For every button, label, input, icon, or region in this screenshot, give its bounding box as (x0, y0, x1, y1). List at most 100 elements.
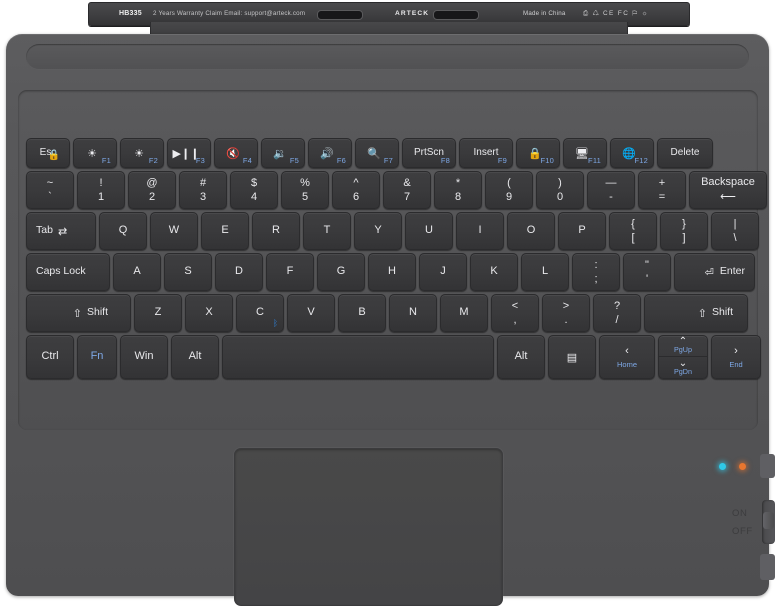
key-g[interactable]: G (317, 253, 365, 291)
key-shift-left[interactable]: ⇧ Shift (26, 294, 131, 332)
key-f7[interactable]: 🔍 F7 (355, 138, 399, 168)
key-shift-label: } (682, 218, 686, 230)
key-arrow-right[interactable]: › End (711, 335, 761, 379)
key-l[interactable]: L (521, 253, 569, 291)
key-k[interactable]: K (470, 253, 518, 291)
key-caps-lock[interactable]: Caps Lock (26, 253, 110, 291)
key-t[interactable]: T (303, 212, 351, 250)
key-f6[interactable]: 🔊 F6 (308, 138, 352, 168)
touchpad[interactable] (234, 448, 503, 606)
key-alt-right[interactable]: Alt (497, 335, 545, 379)
key-j[interactable]: J (419, 253, 467, 291)
key-c[interactable]: Cᛒ (236, 294, 284, 332)
key-label: Shift (711, 306, 733, 319)
key-q[interactable]: Q (99, 212, 147, 250)
key-label: Q (118, 224, 128, 237)
key-shift-label: — (605, 177, 617, 189)
key-insert[interactable]: Insert F9 (459, 138, 513, 168)
key-win[interactable]: Win (120, 335, 168, 379)
key-2[interactable]: @2 (128, 171, 176, 209)
key-comma[interactable]: <, (491, 294, 539, 332)
key-y[interactable]: Y (354, 212, 402, 250)
key-6[interactable]: ^ 6 (332, 171, 380, 209)
key-shift-label: * (455, 177, 461, 189)
key-f5[interactable]: 🔉 F5 (261, 138, 305, 168)
key-label: Delete (670, 146, 700, 158)
key-base-label: 1 (97, 191, 105, 203)
key-4[interactable]: $4 (230, 171, 278, 209)
key-backspace[interactable]: Backspace ⟵ (689, 171, 767, 209)
key-s[interactable]: S (164, 253, 212, 291)
key-d[interactable]: D (215, 253, 263, 291)
key-base-label: ; (594, 273, 598, 285)
key-menu[interactable]: ▤ (548, 335, 596, 379)
key-w[interactable]: W (150, 212, 198, 250)
key-`[interactable]: ~ ` (26, 171, 74, 209)
key-arrow-up[interactable]: ⌃ PgUp (659, 336, 707, 357)
key-esc[interactable]: Esc 🔒 (26, 138, 70, 168)
key-7[interactable]: & 7 (383, 171, 431, 209)
key-sub-label: End (729, 360, 743, 369)
key-ctrl[interactable]: Ctrl (26, 335, 74, 379)
key-i[interactable]: I (456, 212, 504, 250)
key-3[interactable]: #3 (179, 171, 227, 209)
key-quote[interactable]: " ' (623, 253, 671, 291)
key-p[interactable]: P (558, 212, 606, 250)
key-0[interactable]: ) 0 (536, 171, 584, 209)
key-prtscn[interactable]: PrtScn F8 (402, 138, 456, 168)
key-5[interactable]: % 5 (281, 171, 329, 209)
key-tab[interactable]: Tab ⇄ (26, 212, 96, 250)
bluetooth-icon: ᛒ (272, 318, 278, 328)
key-b[interactable]: B (338, 294, 386, 332)
key-backslash[interactable]: | \ (711, 212, 759, 250)
key-f10[interactable]: 🔒 F10 (516, 138, 560, 168)
key-x[interactable]: X (185, 294, 233, 332)
key-r[interactable]: R (252, 212, 300, 250)
key-semicolon[interactable]: :; (572, 253, 620, 291)
key-v[interactable]: V (287, 294, 335, 332)
key-9[interactable]: (9 (485, 171, 533, 209)
key-label: I (478, 224, 482, 237)
key-arrow-down[interactable]: ⌄ PgDn (659, 357, 707, 378)
key-bracketright[interactable]: }] (660, 212, 708, 250)
key-e[interactable]: E (201, 212, 249, 250)
key-arrow-left[interactable]: ‹ Home (599, 335, 655, 379)
key-space[interactable] (222, 335, 494, 379)
key-f11[interactable]: 🖥 F11 (563, 138, 607, 168)
key-shift-label: ~ (46, 177, 54, 189)
key-base-label: ' (645, 273, 649, 285)
key-f1[interactable]: ☀ F1 (73, 138, 117, 168)
key-alt-left[interactable]: Alt (171, 335, 219, 379)
key-period[interactable]: >. (542, 294, 590, 332)
key-glyph: 🔉 (273, 147, 287, 160)
key-f3[interactable]: ▶❙❙ F3 (167, 138, 211, 168)
key-u[interactable]: U (405, 212, 453, 250)
key-m[interactable]: M (440, 294, 488, 332)
key-a[interactable]: A (113, 253, 161, 291)
key-n[interactable]: N (389, 294, 437, 332)
key-fn-label: F10 (540, 156, 554, 165)
key-h[interactable]: H (368, 253, 416, 291)
key-f12[interactable]: 🌐 F12 (610, 138, 654, 168)
key--[interactable]: — - (587, 171, 635, 209)
key-f2[interactable]: ☀ F2 (120, 138, 164, 168)
key-delete[interactable]: Delete (657, 138, 713, 168)
key-f4[interactable]: 🔇 F4 (214, 138, 258, 168)
key-arrow-updown[interactable]: ⌃ PgUp ⌄ PgDn (658, 335, 708, 379)
key-1[interactable]: ! 1 (77, 171, 125, 209)
key-fn-label: F11 (588, 156, 601, 165)
key-label: U (425, 224, 433, 237)
key-8[interactable]: * 8 (434, 171, 482, 209)
power-switch-nub[interactable] (763, 512, 774, 529)
key-slash[interactable]: ? / (593, 294, 641, 332)
key-f[interactable]: F (266, 253, 314, 291)
key-fn[interactable]: Fn (77, 335, 117, 379)
key-=[interactable]: + = (638, 171, 686, 209)
key-shift-right[interactable]: ⇧ Shift (644, 294, 748, 332)
key-o[interactable]: O (507, 212, 555, 250)
key-enter[interactable]: ⏎ Enter (674, 253, 755, 291)
key-z[interactable]: Z (134, 294, 182, 332)
key-fn-label: F6 (336, 156, 346, 165)
key-bracketleft[interactable]: {[ (609, 212, 657, 250)
key-shift-label: ) (558, 177, 562, 189)
